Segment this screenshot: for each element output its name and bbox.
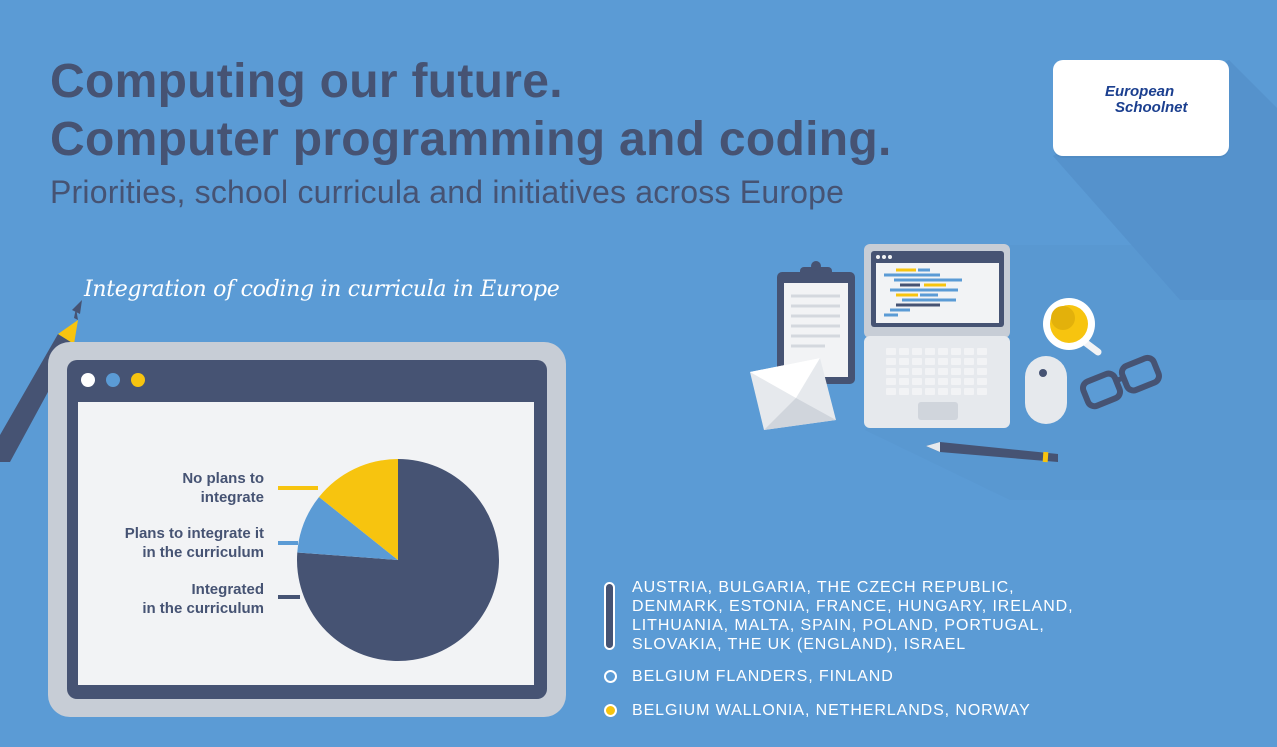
legend-item-plans: BELGIUM FLANDERS, FINLAND [604, 667, 894, 686]
pie-label-1-line-0: Plans to integrate it [125, 525, 264, 542]
laptop-key [899, 348, 909, 355]
laptop-key [964, 348, 974, 355]
laptop-key [925, 358, 935, 365]
logo-text: European Schoolnet [1105, 84, 1188, 116]
laptop-key [925, 348, 935, 355]
laptop-icon [864, 244, 1010, 428]
logo-line2: Schoolnet [1115, 99, 1188, 116]
laptop-key [912, 388, 922, 395]
page-title-line2: Computer programming and coding. [50, 113, 892, 166]
legend-text: BELGIUM FLANDERS, FINLAND [632, 668, 894, 685]
laptop-key [886, 368, 896, 375]
legend-item-no-plans: BELGIUM WALLONIA, NETHERLANDS, NORWAY [604, 701, 1031, 720]
laptop-key [938, 378, 948, 385]
laptop-key [886, 378, 896, 385]
pie-label-0-line-0: Integrated [191, 581, 264, 598]
laptop-key [951, 358, 961, 365]
laptop-key [912, 358, 922, 365]
pie-label-2-line-0: No plans to [182, 470, 264, 487]
laptop-key [951, 348, 961, 355]
laptop-key [938, 388, 948, 395]
legend-text: BELGIUM WALLONIA, NETHERLANDS, NORWAY [632, 702, 1031, 719]
laptop-key [912, 368, 922, 375]
laptop-key [964, 358, 974, 365]
laptop-key [925, 378, 935, 385]
laptop-key [964, 368, 974, 375]
laptop-key [951, 388, 961, 395]
pie-label-1-line-1: in the curriculum [142, 544, 264, 561]
pie-chart [296, 459, 499, 661]
mouse-icon [1025, 356, 1067, 424]
window-dot-yellow [131, 373, 145, 387]
laptop-key [886, 358, 896, 365]
laptop-key [912, 348, 922, 355]
legend-text: DENMARK, ESTONIA, FRANCE, HUNGARY, IRELA… [632, 598, 1074, 615]
chart-caption: Integration of coding in curricula in Eu… [84, 277, 560, 302]
laptop-key [951, 368, 961, 375]
logo-line1: European [1105, 83, 1175, 100]
laptop-key [977, 358, 987, 365]
laptop-key [938, 358, 948, 365]
laptop-key [925, 368, 935, 375]
laptop-key [977, 368, 987, 375]
laptop-key [925, 388, 935, 395]
laptop-key [938, 348, 948, 355]
page-title-line1: Computing our future. [50, 55, 563, 108]
legend-swatch-no-plans [604, 704, 617, 717]
laptop-key [886, 388, 896, 395]
european-schoolnet-logo[interactable]: European Schoolnet [1053, 60, 1229, 156]
legend-text: LITHUANIA, MALTA, SPAIN, POLAND, PORTUGA… [632, 617, 1045, 634]
laptop-key [886, 348, 896, 355]
laptop-key [938, 368, 948, 375]
legend-swatch-plans [604, 670, 617, 683]
page-subtitle: Priorities, school curricula and initiat… [50, 174, 845, 210]
pie-label-2-line-1: integrate [201, 489, 264, 506]
laptop-key [899, 388, 909, 395]
laptop-key [899, 378, 909, 385]
laptop-key [899, 368, 909, 375]
pie-label-0-line-1: in the curriculum [142, 600, 264, 617]
laptop-key [899, 358, 909, 365]
legend-swatch-integrated [604, 582, 615, 650]
legend-text: SLOVAKIA, THE UK (ENGLAND), ISRAEL [632, 636, 967, 653]
laptop-key [977, 378, 987, 385]
laptop-key [964, 388, 974, 395]
legend-item-integrated: AUSTRIA, BULGARIA, THE CZECH REPUBLIC, D… [604, 578, 1073, 654]
laptop-key [912, 378, 922, 385]
window-dot-white [81, 373, 95, 387]
legend-text: AUSTRIA, BULGARIA, THE CZECH REPUBLIC, [632, 579, 1015, 596]
laptop-key [977, 388, 987, 395]
laptop-key [977, 348, 987, 355]
laptop-key [951, 378, 961, 385]
window-dot-blue [106, 373, 120, 387]
laptop-key [964, 378, 974, 385]
